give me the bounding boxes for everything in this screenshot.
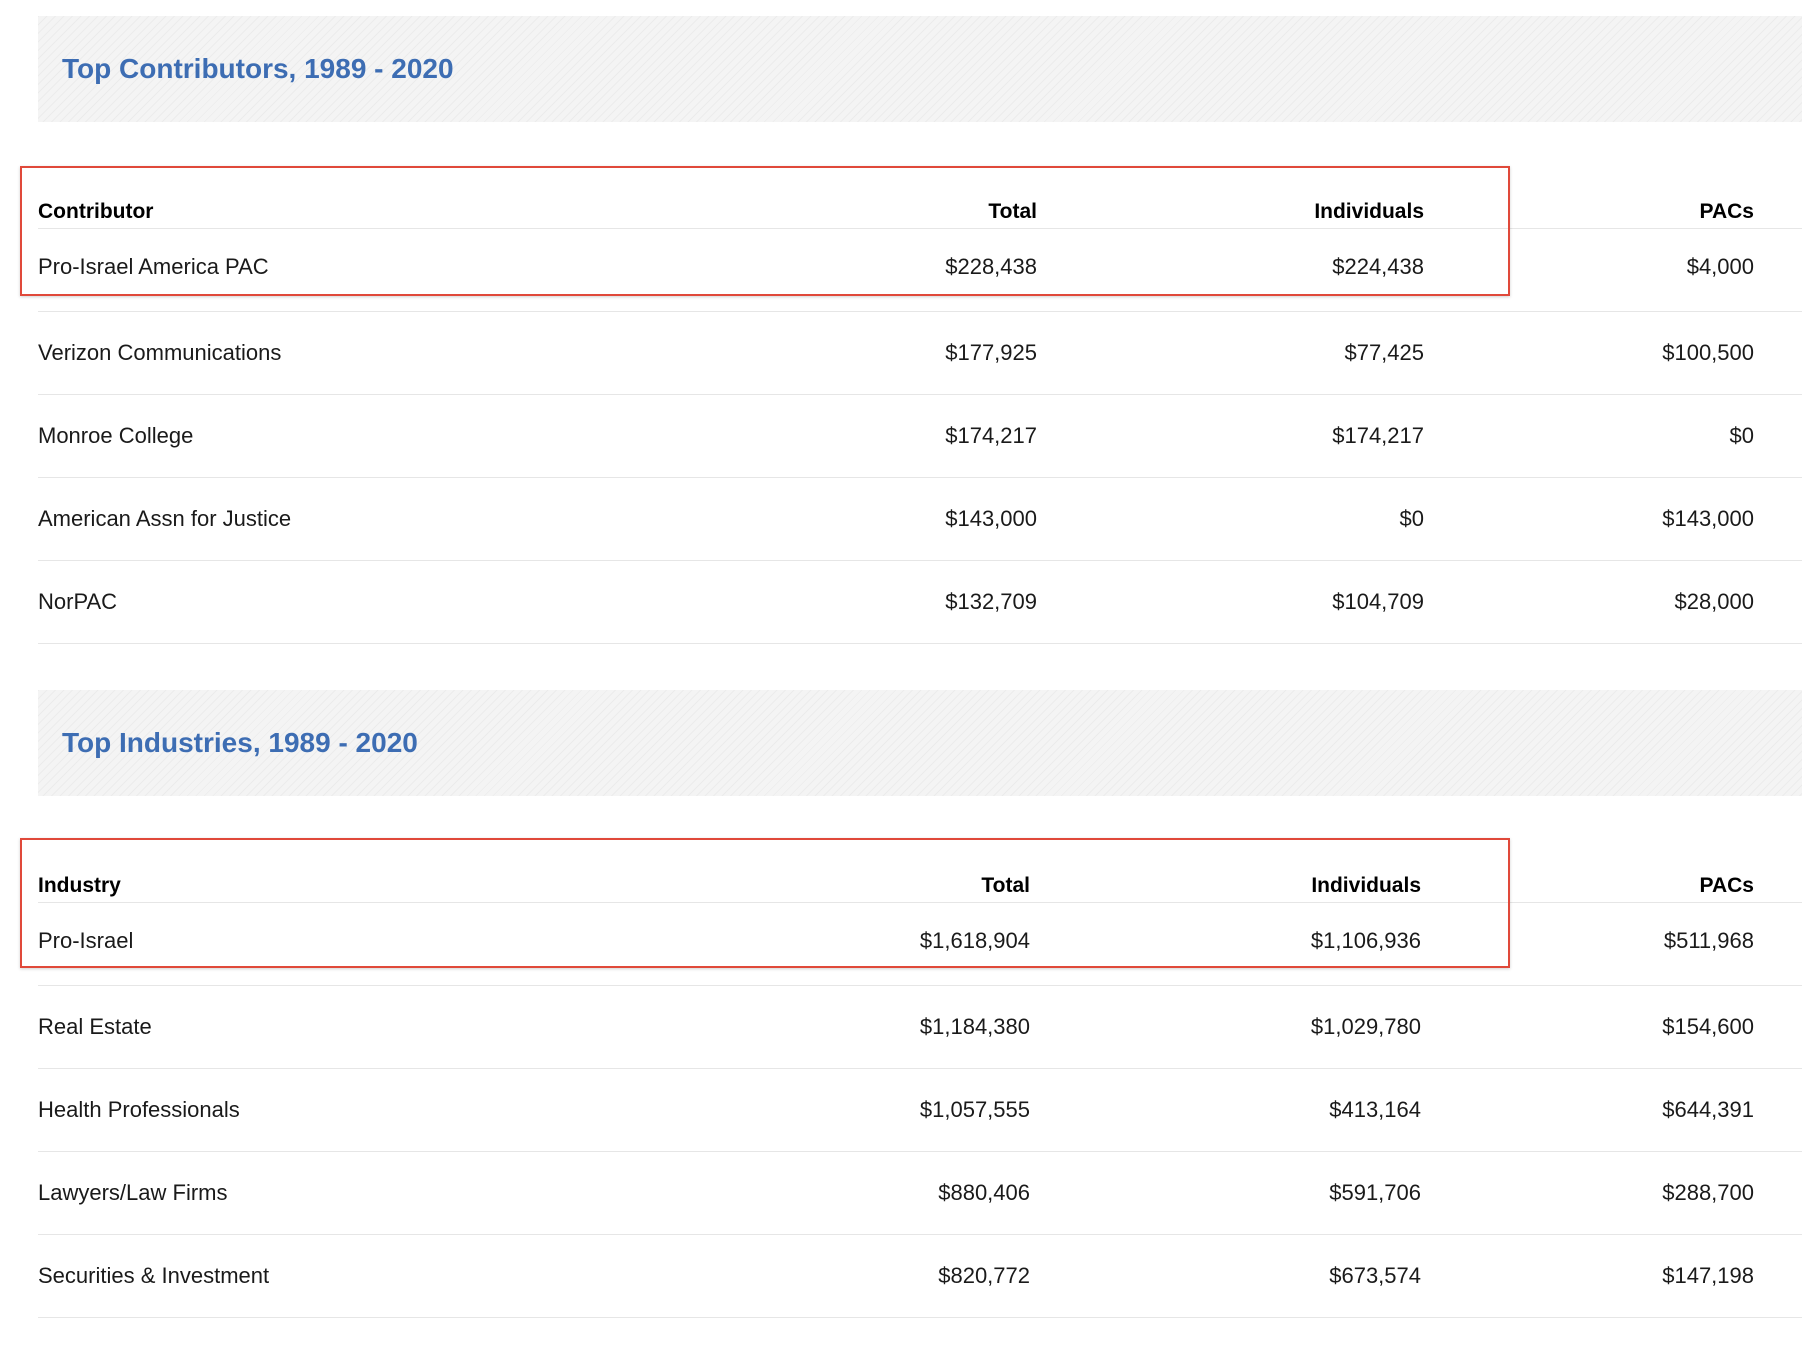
contributor-pacs: $4,000 [1686, 254, 1754, 279]
industry-total: $1,618,904 [919, 928, 1030, 953]
top-contributors-banner: Top Contributors, 1989 - 2020 [38, 16, 1802, 122]
table-row: Monroe College $174,217 $174,217 $0 [38, 395, 1802, 478]
top-industries-banner: Top Industries, 1989 - 2020 [38, 690, 1802, 796]
industry-total: $1,184,380 [919, 1014, 1030, 1039]
contributor-total: $177,925 [945, 340, 1037, 365]
industry-name: Securities & Investment [38, 1263, 270, 1288]
contributor-individuals: $224,438 [1332, 254, 1424, 279]
industries-table-header: Industry Total Individuals PACs [38, 847, 1802, 903]
contributor-pacs: $100,500 [1662, 340, 1754, 365]
column-header-pacs: PACs [1699, 874, 1754, 897]
table-row: Real Estate $1,184,380 $1,029,780 $154,6… [38, 986, 1802, 1069]
column-header-individuals: Individuals [1311, 874, 1421, 897]
contributor-pacs: $0 [1729, 423, 1754, 448]
top-contributors-section: Top Contributors, 1989 - 2020 Contributo… [38, 16, 1802, 644]
contributor-pacs: $28,000 [1674, 589, 1754, 614]
table-row: Health Professionals $1,057,555 $413,164… [38, 1069, 1802, 1152]
contributors-table: Contributor Total Individuals PACs Pro-I… [38, 173, 1802, 644]
industry-pacs: $147,198 [1662, 1263, 1754, 1288]
industry-name: Real Estate [38, 1014, 152, 1039]
industry-total: $1,057,555 [919, 1097, 1030, 1122]
table-row: NorPAC $132,709 $104,709 $28,000 [38, 561, 1802, 644]
table-row: Lawyers/Law Firms $880,406 $591,706 $288… [38, 1152, 1802, 1235]
top-industries-title: Top Industries, 1989 - 2020 [62, 727, 418, 758]
industry-total: $880,406 [938, 1180, 1030, 1205]
contributor-total: $143,000 [945, 506, 1037, 531]
column-header-pacs: PACs [1699, 200, 1754, 223]
column-header-individuals: Individuals [1314, 200, 1424, 223]
contributor-name: Pro-Israel America PAC [38, 254, 269, 279]
contributor-total: $174,217 [945, 423, 1037, 448]
contributor-individuals: $0 [1399, 506, 1424, 531]
contributor-name: NorPAC [38, 589, 118, 614]
industry-pacs: $511,968 [1663, 928, 1754, 953]
column-header-total: Total [988, 200, 1037, 223]
table-row: Verizon Communications $177,925 $77,425 … [38, 312, 1802, 395]
contributor-individuals: $174,217 [1332, 423, 1424, 448]
industry-individuals: $673,574 [1329, 1263, 1421, 1288]
column-header-total: Total [981, 874, 1030, 897]
table-row: Pro-Israel America PAC $228,438 $224,438… [38, 229, 1802, 312]
top-industries-section: Top Industries, 1989 - 2020 Industry Tot… [38, 690, 1802, 1318]
table-row: American Assn for Justice $143,000 $0 $1… [38, 478, 1802, 561]
contributor-individuals: $77,425 [1344, 340, 1424, 365]
contributor-total: $132,709 [945, 589, 1037, 614]
industry-pacs: $154,600 [1662, 1014, 1754, 1039]
industry-individuals: $1,106,936 [1310, 928, 1421, 953]
contributor-name: American Assn for Justice [38, 506, 292, 531]
contributor-total: $228,438 [945, 254, 1037, 279]
table-row: Pro-Israel $1,618,904 $1,106,936 $511,96… [38, 903, 1802, 986]
industry-name: Pro-Israel [38, 928, 134, 953]
column-header-contributor: Contributor [38, 200, 154, 223]
industry-individuals: $591,706 [1329, 1180, 1421, 1205]
contributor-pacs: $143,000 [1662, 506, 1754, 531]
table-row: Securities & Investment $820,772 $673,57… [38, 1235, 1802, 1318]
industry-name: Health Professionals [38, 1097, 240, 1122]
contributor-individuals: $104,709 [1332, 589, 1424, 614]
industry-pacs: $644,391 [1662, 1097, 1754, 1122]
industry-total: $820,772 [938, 1263, 1030, 1288]
contributor-name: Verizon Communications [38, 340, 282, 365]
industry-name: Lawyers/Law Firms [38, 1180, 228, 1205]
industry-individuals: $413,164 [1329, 1097, 1421, 1122]
top-contributors-title: Top Contributors, 1989 - 2020 [62, 53, 454, 84]
industry-individuals: $1,029,780 [1310, 1014, 1421, 1039]
contributor-name: Monroe College [38, 423, 194, 448]
column-header-industry: Industry [38, 874, 121, 897]
industry-pacs: $288,700 [1662, 1180, 1754, 1205]
industries-table: Industry Total Individuals PACs Pro-Isra… [38, 847, 1802, 1318]
contributors-table-header: Contributor Total Individuals PACs [38, 173, 1802, 229]
